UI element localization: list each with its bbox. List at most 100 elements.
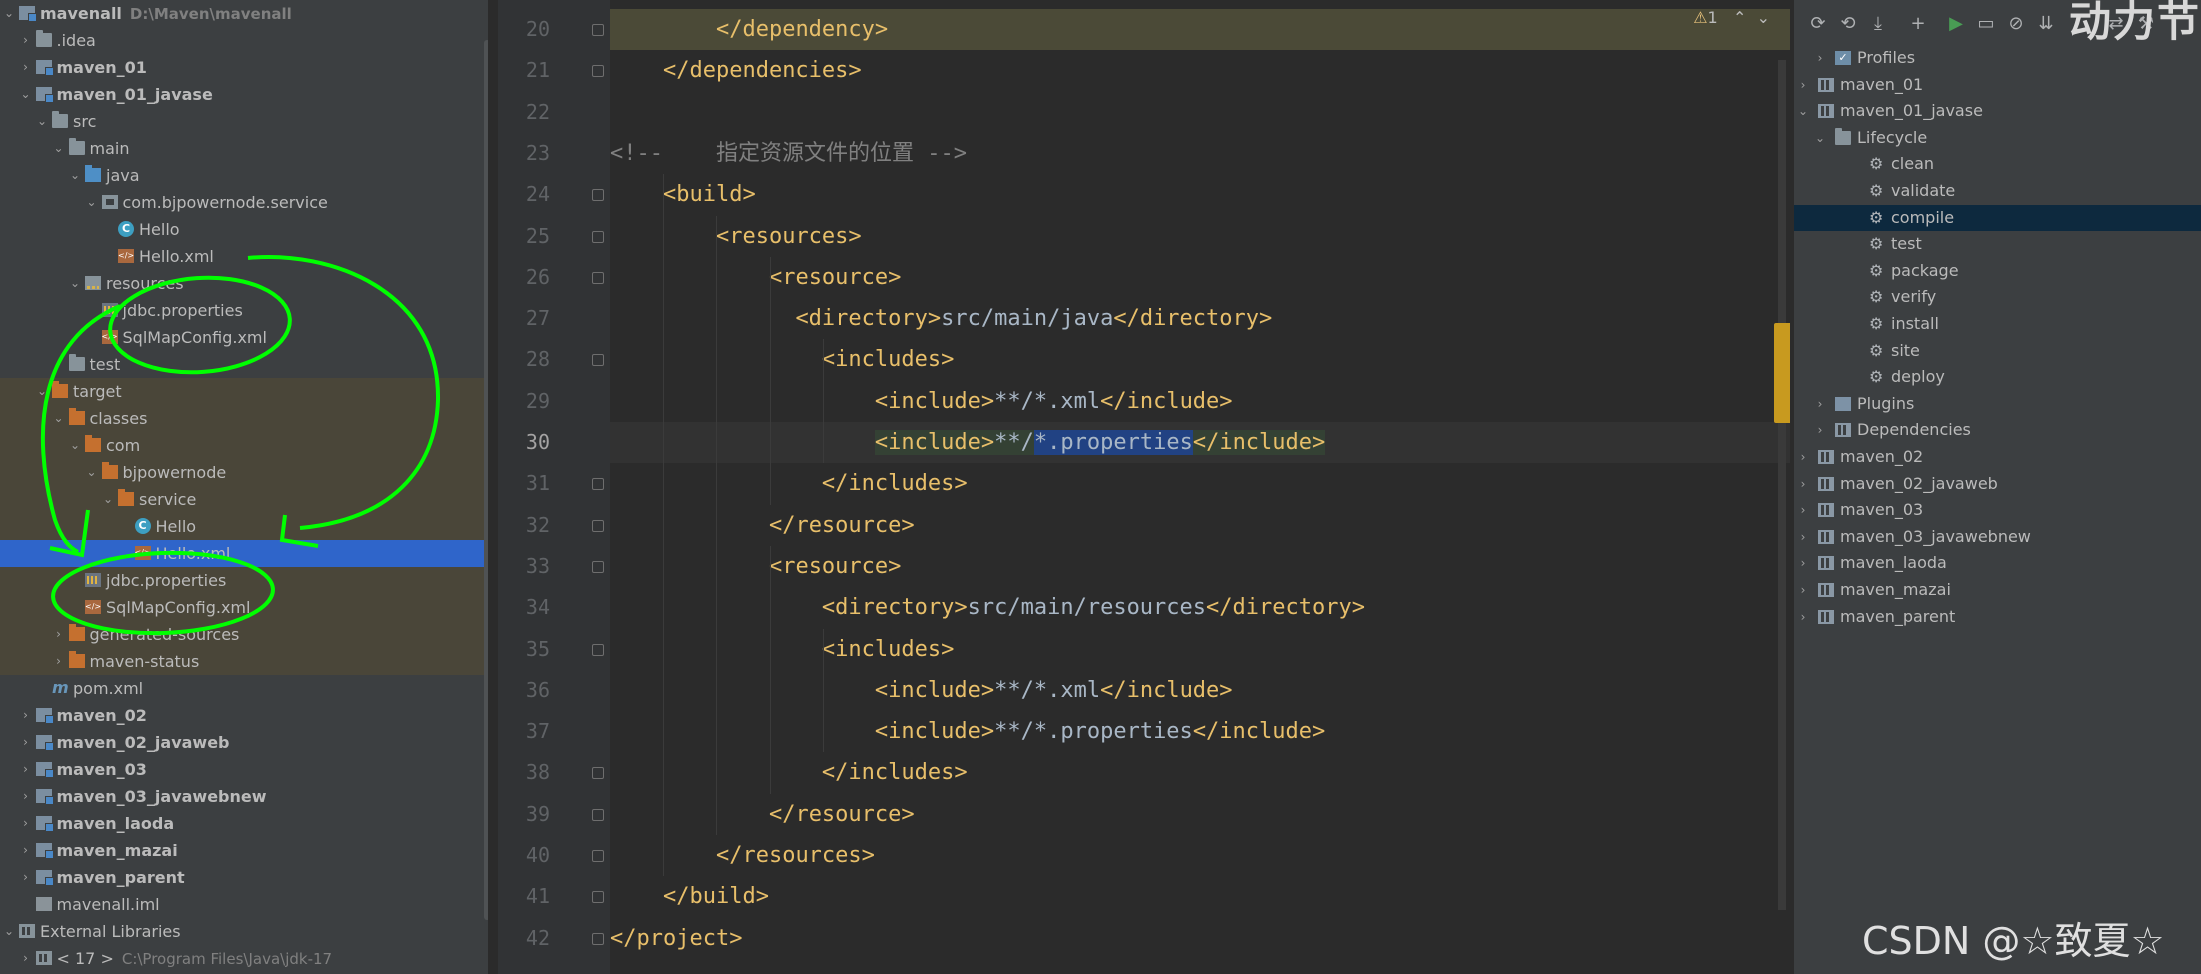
chevron-right-icon[interactable]: › xyxy=(19,810,33,837)
tree-row[interactable]: › maven_laoda xyxy=(0,810,488,837)
chevron-right-icon[interactable]: › xyxy=(52,351,66,378)
chevron-right-icon[interactable]: › xyxy=(1813,417,1827,444)
code-line[interactable]: <directory>src/main/java</directory> xyxy=(610,298,1790,339)
tree-row[interactable]: › maven_03 xyxy=(0,756,488,783)
chevron-right-icon[interactable]: › xyxy=(1796,471,1810,498)
chevron-down-icon[interactable]: ⌄ xyxy=(85,459,99,486)
maven-tree-row[interactable]: › maven_parent xyxy=(1794,604,2201,631)
fold-marker-icon[interactable] xyxy=(592,24,604,36)
tree-row[interactable]: </> SqlMapConfig.xml xyxy=(0,594,488,621)
maven-tree-row[interactable]: › maven_03_javawebnew xyxy=(1794,524,2201,551)
toggle-offline-icon[interactable]: ▭ xyxy=(1974,12,1998,36)
chevron-right-icon[interactable]: › xyxy=(1813,391,1827,418)
maven-tree-row[interactable]: › maven_03 xyxy=(1794,497,2201,524)
code-line[interactable]: <includes> xyxy=(610,629,1790,670)
code-line[interactable]: </includes> xyxy=(610,752,1790,793)
code-line[interactable]: </resource> xyxy=(610,794,1790,835)
tree-row[interactable]: ⌄ com xyxy=(0,432,488,459)
fold-marker-icon[interactable] xyxy=(592,932,604,945)
tree-row[interactable]: ⌄ src xyxy=(0,108,488,135)
chevron-down-icon[interactable]: ⌄ xyxy=(52,135,66,162)
chevron-down-icon[interactable]: ⌄ xyxy=(52,405,66,432)
tree-row[interactable]: › maven_02_javaweb xyxy=(0,729,488,756)
tree-row[interactable]: › maven_02 xyxy=(0,702,488,729)
maven-tree-row[interactable]: ⚙ verify xyxy=(1794,284,2201,311)
tree-row[interactable]: ⌄ main xyxy=(0,135,488,162)
chevron-right-icon[interactable]: › xyxy=(19,837,33,864)
tree-row[interactable]: ⌄ classes xyxy=(0,405,488,432)
maven-tree-row[interactable]: › Plugins xyxy=(1794,391,2201,418)
maven-tree-row[interactable]: ⚙ test xyxy=(1794,231,2201,258)
fold-marker-icon[interactable] xyxy=(592,891,604,904)
maven-tree-row[interactable]: ⌄ maven_01_javase xyxy=(1794,98,2201,125)
reimport-icon[interactable]: ⟲ xyxy=(1836,12,1860,36)
fold-marker-icon[interactable] xyxy=(592,850,604,862)
chevron-right-icon[interactable]: › xyxy=(1796,497,1810,524)
chevron-right-icon[interactable]: › xyxy=(19,864,33,891)
maven-tree-row[interactable]: › maven_01 xyxy=(1794,72,2201,99)
tree-row[interactable]: jdbc.properties xyxy=(0,297,488,324)
chevron-down-icon[interactable]: ⌄ xyxy=(2,0,16,27)
chevron-down-icon[interactable]: ⌄ xyxy=(19,81,33,108)
code-line[interactable]: <resource> xyxy=(610,546,1790,587)
tree-row[interactable]: ⌄ java xyxy=(0,162,488,189)
code-line[interactable]: <include>**/*.xml</include> xyxy=(610,381,1790,422)
tree-row[interactable]: › maven_parent xyxy=(0,864,488,891)
code-line[interactable]: </resources> xyxy=(610,835,1790,876)
prev-highlight-icon[interactable]: ⌃ xyxy=(1723,8,1746,27)
tree-row[interactable]: mavenall.iml xyxy=(0,891,488,918)
fold-marker-icon[interactable] xyxy=(592,189,604,202)
tree-row[interactable]: ⌄ target xyxy=(0,378,488,405)
fold-marker-icon[interactable] xyxy=(592,478,604,491)
maven-tree-row[interactable]: ⚙ deploy xyxy=(1794,364,2201,391)
chevron-right-icon[interactable]: › xyxy=(19,702,33,729)
code-line[interactable]: <resource> xyxy=(610,257,1790,298)
code-line[interactable]: <directory>src/main/resources</directory… xyxy=(610,587,1790,628)
maven-tree-row[interactable]: ⚙ clean xyxy=(1794,151,2201,178)
fold-marker-icon[interactable] xyxy=(592,560,604,573)
refresh-icon[interactable]: ⟳ xyxy=(1806,12,1830,36)
chevron-right-icon[interactable]: › xyxy=(1796,72,1810,99)
code-line[interactable] xyxy=(610,92,1790,133)
chevron-right-icon[interactable]: › xyxy=(19,27,33,54)
code-line[interactable]: <include>**/*.xml</include> xyxy=(610,670,1790,711)
chevron-down-icon[interactable]: ⌄ xyxy=(2,918,16,945)
inspection-widget[interactable]: ⚠1 ⌃ ⌄ xyxy=(1693,8,1770,27)
fold-marker-icon[interactable] xyxy=(592,230,604,243)
code-line[interactable]: <build> xyxy=(610,174,1790,215)
fold-marker-icon[interactable] xyxy=(592,65,604,78)
tree-row[interactable]: ⌄ service xyxy=(0,486,488,513)
code-editor[interactable]: 20 21 22 23 24 25 26 27 28 29 30 31 32 33 34 35 36 37 38 39… xyxy=(498,0,1790,974)
tree-row[interactable]: › < 17 > C:\Program Files\Java\jdk-17 xyxy=(0,945,488,972)
tree-row[interactable]: › maven-status xyxy=(0,648,488,675)
tree-row[interactable]: ⌄ resources xyxy=(0,270,488,297)
maven-tree-row[interactable]: › Dependencies xyxy=(1794,417,2201,444)
chevron-down-icon[interactable]: ⌄ xyxy=(68,432,82,459)
tree-row[interactable]: </> Hello.xml xyxy=(0,540,488,567)
editor-scrollbar[interactable] xyxy=(1778,60,1786,910)
chevron-down-icon[interactable]: ⌄ xyxy=(68,162,82,189)
maven-tree-row[interactable]: ⚙ install xyxy=(1794,311,2201,338)
fold-marker-icon[interactable] xyxy=(592,271,604,284)
code-line[interactable]: </build> xyxy=(610,876,1790,917)
download-icon[interactable]: ⤓ xyxy=(1866,12,1890,36)
fold-marker-icon[interactable] xyxy=(592,354,604,367)
run-icon[interactable]: ▶ xyxy=(1944,12,1968,36)
editor-scroll-marker[interactable] xyxy=(1774,323,1790,423)
chevron-right-icon[interactable]: › xyxy=(1796,550,1810,577)
tree-row[interactable]: › test xyxy=(0,351,488,378)
chevron-right-icon[interactable]: › xyxy=(1796,604,1810,631)
chevron-down-icon[interactable]: ⌄ xyxy=(101,486,115,513)
tree-row[interactable]: › .idea xyxy=(0,27,488,54)
fold-marker-icon[interactable] xyxy=(592,808,604,821)
fold-marker-icon[interactable] xyxy=(592,767,604,780)
chevron-right-icon[interactable]: › xyxy=(52,621,66,648)
maven-tree-row[interactable]: › maven_mazai xyxy=(1794,577,2201,604)
tree-row[interactable]: › maven_mazai xyxy=(0,837,488,864)
tree-row[interactable]: </> Hello.xml xyxy=(0,243,488,270)
tree-row[interactable]: jdbc.properties xyxy=(0,567,488,594)
code-line[interactable]: <include>**/*.properties</include> xyxy=(610,711,1790,752)
maven-tree-row[interactable]: › maven_laoda xyxy=(1794,550,2201,577)
tree-row[interactable]: m pom.xml xyxy=(0,675,488,702)
chevron-right-icon[interactable]: › xyxy=(19,729,33,756)
